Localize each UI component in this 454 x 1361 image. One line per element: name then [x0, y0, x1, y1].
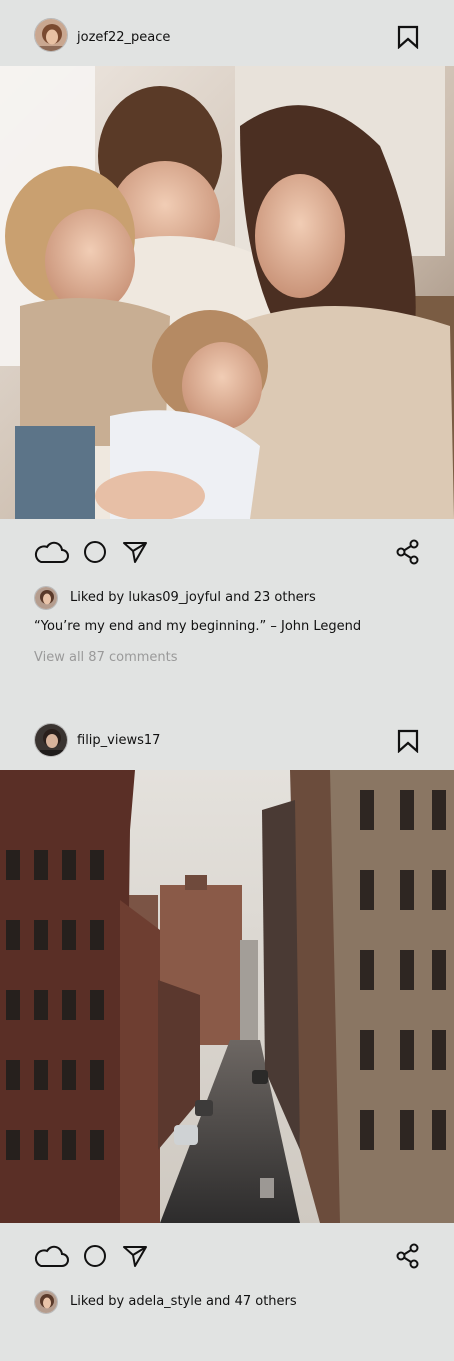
circle-comment-icon[interactable] [83, 540, 107, 564]
post-photo[interactable] [0, 66, 454, 519]
likes-row: Liked by adela_style and 47 others [0, 1289, 454, 1319]
send-icon[interactable] [122, 540, 148, 564]
avatar[interactable] [34, 723, 68, 757]
username[interactable]: filip_views17 [77, 733, 160, 748]
post-1: jozef22_peace Liked by lukas09_joyful an… [0, 0, 454, 700]
post-2: filip_views17 Liked by adela_style and 4… [0, 700, 454, 1361]
likes-text[interactable]: Liked by adela_style and 47 others [70, 1294, 297, 1309]
username[interactable]: jozef22_peace [77, 30, 170, 45]
likes-row: Liked by lukas09_joyful and 23 others [0, 585, 454, 615]
likes-text[interactable]: Liked by lukas09_joyful and 23 others [70, 590, 316, 605]
bookmark-icon[interactable] [397, 729, 419, 753]
caption-row: “You’re my end and my beginning.” – John… [0, 615, 454, 647]
share-icon[interactable] [395, 539, 421, 565]
cloud-like-icon[interactable] [33, 1245, 69, 1269]
send-icon[interactable] [122, 1244, 148, 1268]
share-icon[interactable] [395, 1243, 421, 1269]
liker-avatar[interactable] [34, 1290, 58, 1314]
view-comments-link[interactable]: View all 87 comments [34, 650, 178, 665]
post-header: jozef22_peace [0, 0, 454, 66]
liker-avatar[interactable] [34, 586, 58, 610]
comments-row: View all 87 comments [0, 647, 454, 687]
post-header: filip_views17 [0, 700, 454, 770]
post-actions [0, 1223, 454, 1289]
post-actions [0, 519, 454, 585]
bookmark-icon[interactable] [397, 25, 419, 49]
post-photo[interactable] [0, 770, 454, 1223]
circle-comment-icon[interactable] [83, 1244, 107, 1268]
cloud-like-icon[interactable] [33, 541, 69, 565]
caption-text: “You’re my end and my beginning.” – John… [34, 619, 362, 634]
avatar[interactable] [34, 18, 68, 52]
